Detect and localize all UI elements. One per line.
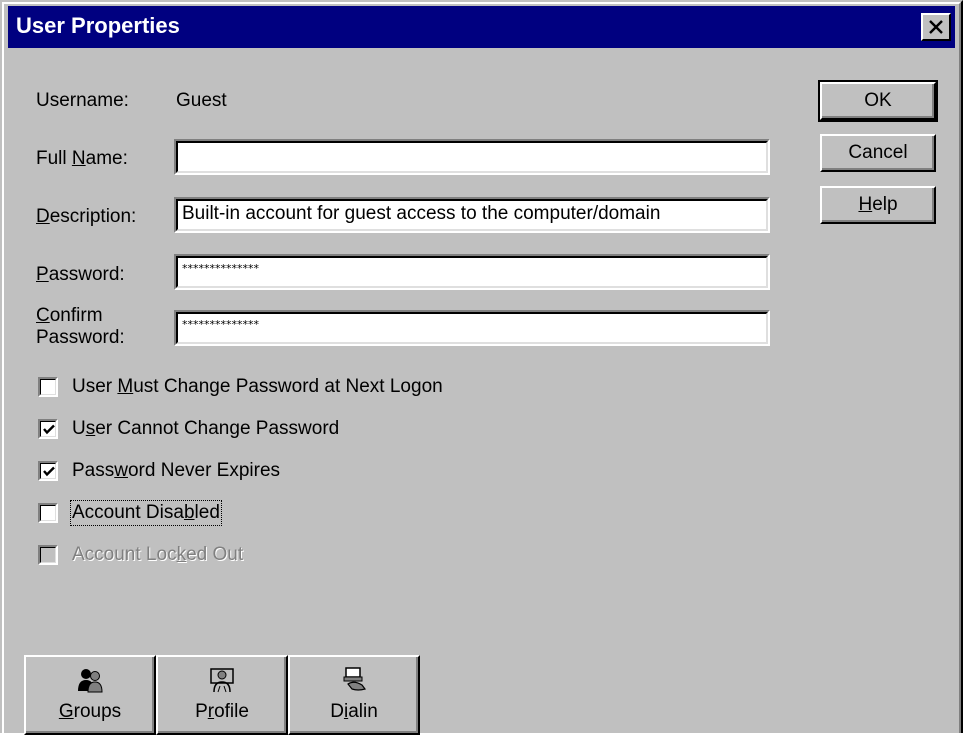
description-value: Built-in account for guest access to the… bbox=[182, 203, 661, 224]
groups-icon bbox=[78, 669, 103, 693]
checkbox-box[interactable] bbox=[38, 377, 58, 397]
close-icon bbox=[929, 20, 943, 34]
checkmark-icon bbox=[43, 424, 55, 435]
help-button-label: Help bbox=[858, 194, 898, 215]
dialin-button-label: Dialin bbox=[330, 701, 378, 722]
groups-button[interactable]: Groups bbox=[24, 655, 156, 735]
ok-button-label: OK bbox=[864, 90, 892, 111]
profile-button[interactable]: Profile bbox=[156, 655, 288, 735]
username-label: Username: bbox=[36, 90, 129, 111]
confirm-password-field[interactable]: ************** bbox=[174, 310, 770, 346]
fullname-label: Full Name: bbox=[36, 148, 128, 169]
close-button[interactable] bbox=[921, 13, 951, 41]
checkbox-box[interactable] bbox=[38, 503, 58, 523]
user-properties-dialog: User Properties Username: Guest Full Nam… bbox=[0, 0, 963, 735]
checkbox-box bbox=[38, 545, 58, 565]
checkbox-label: Password Never Expires bbox=[72, 460, 281, 481]
profile-icon bbox=[210, 668, 234, 693]
groups-button-label: Groups bbox=[58, 701, 122, 722]
checkbox-password-never-expires[interactable]: Password Never Expires bbox=[38, 458, 280, 484]
checkbox-account-disabled[interactable]: Account Disabled bbox=[38, 500, 222, 526]
checkmark-icon bbox=[43, 466, 55, 477]
help-button[interactable]: Help bbox=[820, 186, 936, 224]
description-label: Description: bbox=[36, 206, 137, 227]
checkbox-label: Account Disabled bbox=[70, 500, 222, 526]
cancel-button-label: Cancel bbox=[848, 142, 908, 163]
description-field[interactable]: Built-in account for guest access to the… bbox=[174, 197, 770, 233]
password-value: ************** bbox=[182, 262, 259, 275]
window-title: User Properties bbox=[16, 13, 180, 38]
title-bar[interactable]: User Properties bbox=[8, 6, 955, 48]
username-value: Guest bbox=[176, 90, 227, 111]
password-field[interactable]: ************** bbox=[174, 254, 770, 290]
checkbox-label: User Must Change Password at Next Logon bbox=[72, 376, 443, 397]
dialin-icon bbox=[343, 667, 367, 691]
checkbox-account-locked-out: Account Locked Out bbox=[38, 542, 243, 568]
confirm-password-value: ************** bbox=[182, 318, 259, 331]
checkbox-must-change-password[interactable]: User Must Change Password at Next Logon bbox=[38, 374, 443, 400]
checkbox-label: Account Locked Out bbox=[72, 544, 244, 565]
checkbox-label: User Cannot Change Password bbox=[72, 418, 340, 439]
fullname-field[interactable] bbox=[174, 139, 770, 175]
checkbox-box[interactable] bbox=[38, 419, 58, 439]
profile-button-label: Profile bbox=[195, 701, 249, 722]
checkbox-cannot-change-password[interactable]: User Cannot Change Password bbox=[38, 416, 339, 442]
dialin-button[interactable]: Dialin bbox=[288, 655, 420, 735]
checkbox-box[interactable] bbox=[38, 461, 58, 481]
password-label: Password: bbox=[36, 264, 125, 285]
confirm-password-label: Confirm Password: bbox=[36, 305, 125, 348]
cancel-button[interactable]: Cancel bbox=[820, 134, 936, 172]
ok-button[interactable]: OK bbox=[818, 80, 938, 122]
